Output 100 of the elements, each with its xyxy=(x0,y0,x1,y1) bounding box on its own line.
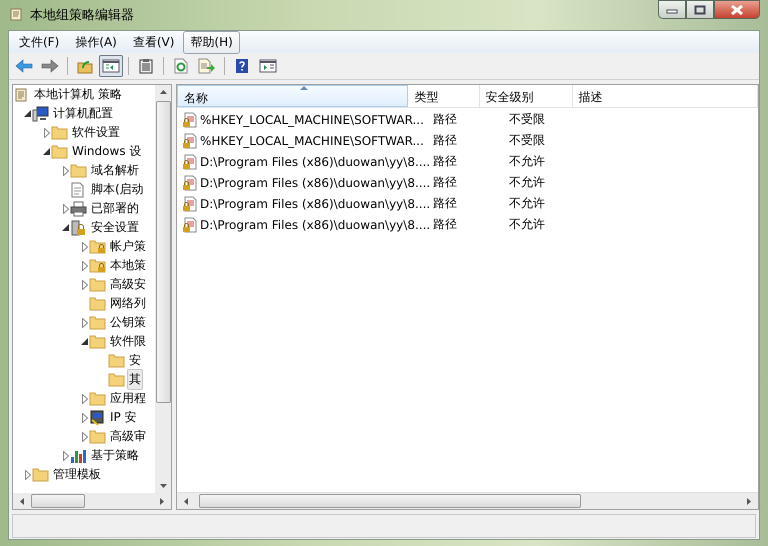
collapsed-triangle-icon[interactable] xyxy=(62,166,68,176)
collapsed-triangle-icon[interactable] xyxy=(24,470,30,480)
sort-arrow-icon xyxy=(300,86,308,90)
tree-item[interactable]: Windows 设 xyxy=(70,141,144,162)
folder-icon xyxy=(89,315,106,330)
table-cell: 不允许 xyxy=(509,195,545,212)
table-cell: 不允许 xyxy=(509,153,545,170)
expanded-triangle-icon[interactable] xyxy=(42,148,50,156)
table-cell: 路径 xyxy=(433,216,457,233)
tree-item[interactable]: 软件设置 xyxy=(70,122,122,143)
table-cell: D:\Program Files (x86)\duowan\yy\8.... xyxy=(200,154,430,168)
collapsed-triangle-icon[interactable] xyxy=(62,204,68,214)
table-cell: 不允许 xyxy=(509,216,545,233)
collapsed-triangle-icon[interactable] xyxy=(82,412,88,422)
scroll-down-icon[interactable] xyxy=(160,484,166,488)
expanded-triangle-icon[interactable] xyxy=(24,110,32,118)
menu-item[interactable]: 操作(A) xyxy=(68,30,124,54)
folder-icon xyxy=(51,125,68,140)
printer-icon xyxy=(70,200,87,216)
tree-item[interactable]: 域名解析 xyxy=(89,160,141,181)
collapsed-triangle-icon[interactable] xyxy=(44,128,50,138)
folder-icon xyxy=(32,467,49,482)
minimize-button[interactable] xyxy=(658,0,686,19)
table-cell: 路径 xyxy=(433,111,457,128)
scroll-icon xyxy=(13,86,29,102)
table-cell: 不允许 xyxy=(509,174,545,191)
horizontal-scrollbar[interactable] xyxy=(13,493,171,509)
table-cell: 路径 xyxy=(433,174,457,191)
collapsed-triangle-icon[interactable] xyxy=(82,318,88,328)
scroll-right-icon[interactable] xyxy=(747,498,751,504)
folder-icon xyxy=(89,296,106,311)
table-cell: %HKEY_LOCAL_MACHINE\SOFTWAR... xyxy=(200,112,424,126)
locked-document-icon xyxy=(182,196,197,212)
tree-pane-icon[interactable] xyxy=(99,55,123,77)
vertical-scrollbar[interactable] xyxy=(155,85,171,493)
scroll-thumb[interactable] xyxy=(31,494,85,508)
table-cell: D:\Program Files (x86)\duowan\yy\8.... xyxy=(200,218,430,232)
column-header[interactable]: 安全级别 xyxy=(480,85,573,107)
scroll-thumb[interactable] xyxy=(199,494,581,508)
tree-item[interactable]: 应用程 xyxy=(108,388,148,409)
column-header[interactable]: 描述 xyxy=(572,85,758,107)
locked-document-icon xyxy=(182,132,197,148)
close-button[interactable] xyxy=(714,0,760,19)
tree-item[interactable]: 计算机配置 xyxy=(51,103,115,124)
scroll-up-icon[interactable] xyxy=(160,90,166,94)
maximize-button[interactable] xyxy=(686,0,714,19)
folder-icon xyxy=(89,391,106,406)
column-header[interactable]: 名称 xyxy=(177,85,408,107)
tree-item[interactable]: 软件限 xyxy=(108,331,148,352)
scroll-icon xyxy=(8,7,24,23)
tree-item[interactable]: 本地计算机 策略 xyxy=(32,85,124,105)
tree-item[interactable]: 安 xyxy=(127,350,143,371)
expanded-triangle-icon[interactable] xyxy=(62,224,70,232)
close-icon xyxy=(730,4,744,14)
collapsed-triangle-icon[interactable] xyxy=(82,432,88,442)
folder-icon xyxy=(89,429,106,444)
locked-document-icon xyxy=(182,216,197,232)
collapsed-triangle-icon[interactable] xyxy=(82,394,88,404)
collapsed-triangle-icon[interactable] xyxy=(62,450,68,460)
maximize-icon xyxy=(694,4,706,14)
tree-item[interactable]: 管理模板 xyxy=(51,464,103,485)
tree-item[interactable]: 网络列 xyxy=(108,293,148,314)
folder-icon xyxy=(108,372,125,387)
locked-document-icon xyxy=(182,112,197,128)
tree-item[interactable]: IP 安 xyxy=(108,407,139,428)
tree-item[interactable]: 高级安 xyxy=(108,274,148,295)
table-cell: D:\Program Files (x86)\duowan\yy\8.... xyxy=(200,176,430,190)
collapsed-triangle-icon[interactable] xyxy=(82,242,88,252)
table-cell: 不受限 xyxy=(509,132,545,149)
table-cell: 路径 xyxy=(433,153,457,170)
folder-icon xyxy=(89,334,106,349)
tree-item[interactable]: 已部署的 xyxy=(89,198,141,219)
tree-item[interactable]: 帐户策 xyxy=(108,236,148,257)
tree-item[interactable]: 本地策 xyxy=(108,255,148,276)
folder-icon xyxy=(89,277,106,292)
tree-item[interactable]: 高级审 xyxy=(108,426,148,447)
locked-server-icon xyxy=(70,220,86,236)
menu-item[interactable]: 查看(V) xyxy=(126,30,182,54)
collapsed-triangle-icon[interactable] xyxy=(82,260,88,270)
tree-item[interactable]: 脚本(启动 xyxy=(89,179,146,200)
menu-item[interactable]: 文件(F) xyxy=(12,30,66,54)
scroll-right-icon[interactable] xyxy=(160,498,164,504)
scroll-left-icon[interactable] xyxy=(184,498,188,504)
document-icon xyxy=(70,182,85,198)
horizontal-scrollbar[interactable] xyxy=(177,492,758,509)
tree-item[interactable]: 安全设置 xyxy=(89,217,141,238)
menu-item[interactable]: 帮助(H) xyxy=(183,30,240,54)
scroll-thumb[interactable] xyxy=(156,101,170,403)
folder-icon xyxy=(51,144,68,159)
folder-icon xyxy=(108,353,125,368)
column-header[interactable]: 类型 xyxy=(408,85,480,107)
scroll-left-icon[interactable] xyxy=(20,498,24,504)
tree-item[interactable]: 公钥策 xyxy=(108,312,148,333)
collapsed-triangle-icon[interactable] xyxy=(82,280,88,290)
tree-item[interactable]: 其 xyxy=(127,369,143,390)
locked-document-icon xyxy=(182,154,197,170)
tree-item[interactable]: 基于策略 xyxy=(89,445,141,466)
expanded-triangle-icon[interactable] xyxy=(80,338,88,346)
table-cell: 路径 xyxy=(433,132,457,149)
table-cell: 路径 xyxy=(433,195,457,212)
